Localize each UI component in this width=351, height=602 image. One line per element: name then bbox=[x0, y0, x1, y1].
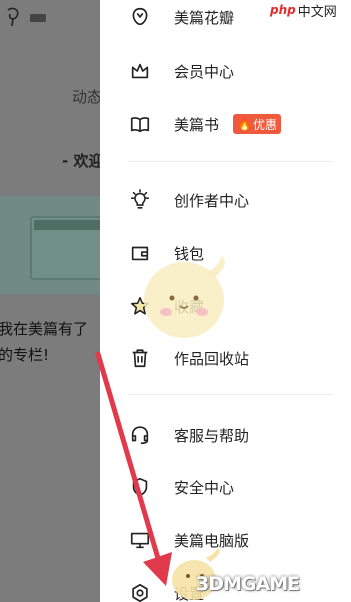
watermark-text: 3DMGAME bbox=[196, 573, 300, 595]
crown-icon bbox=[128, 59, 152, 83]
menu-item-label: 创作者中心 bbox=[174, 191, 250, 210]
mascot-chick-icon bbox=[144, 256, 225, 338]
menu-divider bbox=[128, 394, 333, 395]
menu-item-book[interactable]: 美篇书 🔥 优惠 bbox=[100, 104, 351, 144]
discount-badge: 🔥 优惠 bbox=[233, 114, 281, 134]
background-promo-line: 我在美篇有了 bbox=[0, 320, 89, 338]
badge-label: 优惠 bbox=[252, 117, 277, 132]
menu-divider bbox=[128, 161, 333, 162]
book-icon bbox=[128, 112, 152, 136]
gear-icon bbox=[128, 581, 152, 602]
monitor-icon bbox=[128, 528, 152, 552]
background-page: 动态 - 欢迎 我在美篇有了 的专栏! bbox=[0, 0, 100, 602]
menu-item-label: 作品回收站 bbox=[174, 349, 250, 368]
menu-item-label: 美篇花瓣 bbox=[174, 8, 235, 27]
background-mark bbox=[30, 14, 46, 22]
fire-icon: 🔥 bbox=[237, 117, 252, 131]
menu-item-creator-center[interactable]: 创作者中心 bbox=[100, 180, 351, 220]
watermark-text: 中文网 bbox=[297, 4, 337, 20]
headset-icon bbox=[128, 423, 152, 447]
menu-item-label: 美篇书 bbox=[174, 115, 220, 134]
background-promo-line: 的专栏! bbox=[0, 346, 50, 364]
background-card-bar bbox=[34, 220, 100, 230]
menu-item-label: 客服与帮助 bbox=[174, 426, 250, 445]
background-welcome-text: - 欢迎 bbox=[62, 152, 100, 170]
flower-icon bbox=[128, 5, 152, 29]
menu-item-vip-center[interactable]: 会员中心 bbox=[100, 51, 351, 91]
menu-item-security[interactable]: 安全中心 bbox=[100, 467, 351, 507]
menu-item-help[interactable]: 客服与帮助 bbox=[100, 415, 351, 455]
trash-icon bbox=[128, 346, 152, 370]
watermark-brand: php bbox=[270, 3, 296, 17]
menu-item-label: 会员中心 bbox=[174, 62, 235, 81]
menu-item-label: 安全中心 bbox=[174, 478, 235, 497]
3dmgame-watermark: 3DMGAME bbox=[196, 566, 351, 602]
background-tab-label: 动态 bbox=[72, 88, 100, 106]
php-watermark: php 中文网 bbox=[270, 0, 351, 20]
profile-sketch-icon bbox=[7, 7, 19, 27]
bulb-icon bbox=[128, 188, 152, 212]
shield-icon bbox=[128, 475, 152, 499]
